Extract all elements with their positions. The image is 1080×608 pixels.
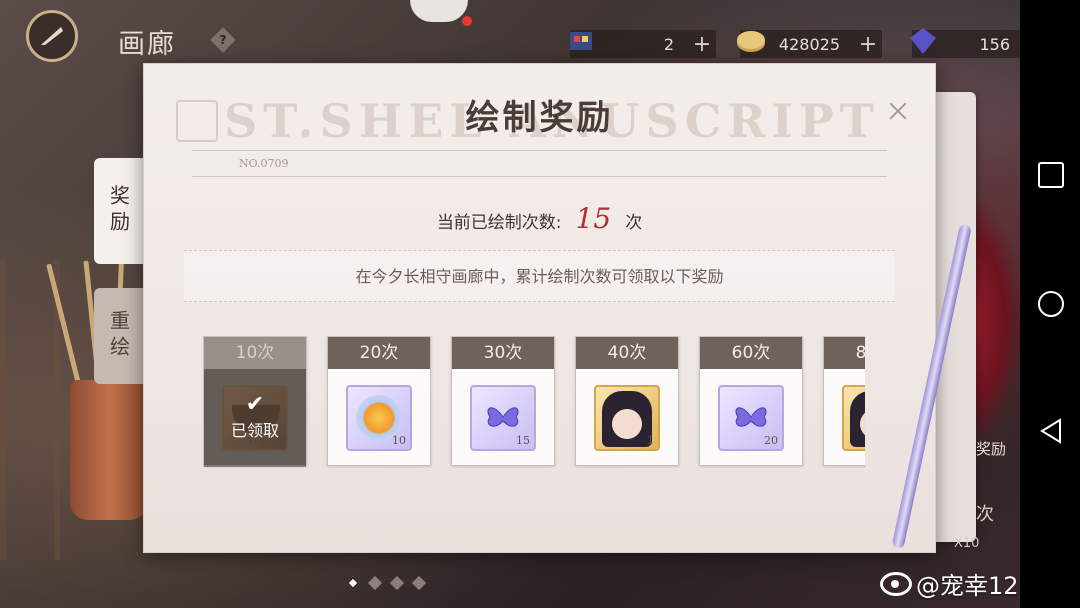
page-dot[interactable] bbox=[389, 575, 405, 591]
reward-card-40[interactable]: 40次 1 bbox=[575, 336, 679, 466]
close-icon[interactable] bbox=[887, 100, 909, 122]
butterfly-icon bbox=[487, 407, 519, 427]
reward-card-10: 10次 10000 ✔ 已领取 bbox=[203, 336, 307, 467]
reward-qty: 1 bbox=[647, 434, 654, 447]
side-reward-label: 奖励 bbox=[976, 440, 1007, 458]
check-icon: ✔ bbox=[245, 392, 265, 417]
claimed-label: 已领取 bbox=[230, 421, 279, 440]
tab-reward[interactable]: 奖励 bbox=[94, 158, 144, 264]
reward-card-label: 20次 bbox=[328, 337, 430, 369]
reward-card-label: 80次 bbox=[824, 337, 865, 369]
reward-qty: 10 bbox=[392, 434, 406, 447]
page-dot[interactable] bbox=[345, 575, 361, 591]
add-resource-button[interactable]: + bbox=[688, 32, 716, 57]
system-nav-bar bbox=[1020, 0, 1080, 608]
gem-icon bbox=[910, 28, 936, 54]
avatar-frame-icon bbox=[850, 391, 865, 447]
tab-redraw[interactable]: 重绘 bbox=[94, 288, 144, 384]
reward-item bbox=[842, 385, 865, 451]
help-symbol: ? bbox=[219, 33, 227, 47]
easel-decoration bbox=[0, 260, 60, 560]
draw-count-label: 当前已绘制次数: bbox=[436, 213, 562, 233]
divider bbox=[192, 176, 887, 177]
back-logo-button[interactable] bbox=[26, 10, 78, 62]
side-multiplier-label: X10 bbox=[954, 536, 980, 551]
reward-item: 20 bbox=[718, 385, 784, 451]
divider bbox=[192, 150, 887, 151]
page-indicator bbox=[345, 575, 427, 591]
draw-count-unit: 次 bbox=[625, 213, 643, 233]
draw-count-value: 15 bbox=[575, 202, 612, 235]
reward-card-label: 10次 bbox=[204, 337, 306, 369]
reward-card-label: 40次 bbox=[576, 337, 678, 369]
paint-palette-icon bbox=[570, 32, 592, 50]
reward-card-label: 30次 bbox=[452, 337, 554, 369]
draw-count: 当前已绘制次数: 15 次 bbox=[144, 202, 935, 235]
reward-item: 1 bbox=[594, 385, 660, 451]
reward-card-label: 60次 bbox=[700, 337, 802, 369]
weibo-icon bbox=[880, 571, 912, 596]
page-title: 画廊 bbox=[118, 29, 176, 60]
help-icon[interactable]: ? bbox=[210, 27, 236, 53]
reward-card-30[interactable]: 30次 15 bbox=[451, 336, 555, 466]
reward-card-80[interactable]: 80次 bbox=[823, 336, 865, 466]
reward-panel: ST.SHEL ANUSCRIPT 绘制奖励 NO.0709 当前已绘制次数: 1… bbox=[143, 63, 936, 553]
reward-item: 10 bbox=[346, 385, 412, 451]
back-icon[interactable] bbox=[1038, 418, 1064, 444]
coin-icon bbox=[737, 31, 765, 52]
page-dot[interactable] bbox=[411, 575, 427, 591]
add-resource-button[interactable]: + bbox=[854, 32, 882, 57]
claimed-overlay: ✔ 已领取 bbox=[204, 369, 306, 467]
panel-title: 绘制奖励 bbox=[465, 98, 614, 138]
reward-card-20[interactable]: 20次 10 bbox=[327, 336, 431, 466]
document-number: NO.0709 bbox=[239, 157, 289, 170]
reward-qty: 20 bbox=[764, 434, 778, 447]
resource-palette: 2 + bbox=[570, 30, 716, 58]
resource-coins: 428025 + bbox=[737, 30, 882, 58]
side-count-label: 次 bbox=[976, 504, 994, 525]
reward-item: 15 bbox=[470, 385, 536, 451]
home-icon[interactable] bbox=[1038, 291, 1064, 317]
reward-qty: 15 bbox=[516, 434, 530, 447]
reward-list: 10次 10000 ✔ 已领取 20次 10 30次 15 bbox=[203, 336, 865, 468]
reward-description: 在今夕长相守画廊中，累计绘制次数可领取以下奖励 bbox=[184, 250, 895, 302]
reward-card-60[interactable]: 60次 20 bbox=[699, 336, 803, 466]
butterfly-icon bbox=[735, 407, 767, 427]
avatar-frame-icon bbox=[602, 391, 652, 447]
recent-apps-icon[interactable] bbox=[1038, 162, 1064, 188]
page-dot[interactable] bbox=[367, 575, 383, 591]
brush-pot-decoration bbox=[70, 380, 148, 520]
red-dot-icon bbox=[462, 16, 472, 26]
quill-icon bbox=[41, 27, 63, 45]
